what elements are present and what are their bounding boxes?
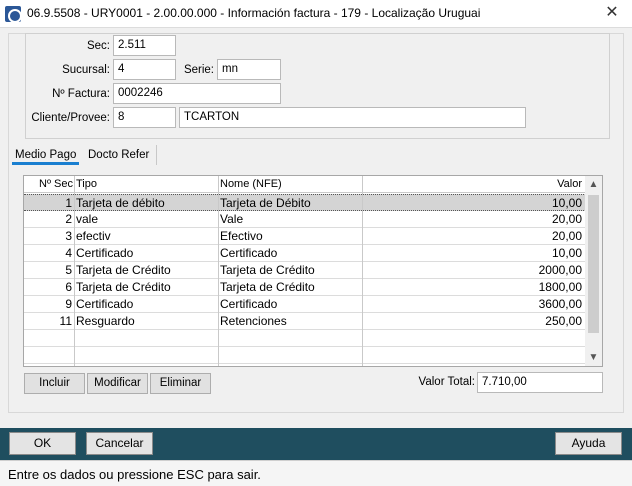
column-header-tipo[interactable]: Tipo xyxy=(76,178,97,190)
cell-sec: 6 xyxy=(65,280,72,294)
incluir-button[interactable]: Incluir xyxy=(24,373,85,394)
cell-nome: Tarjeta de Crédito xyxy=(220,263,315,277)
cliente-name-field[interactable]: TCARTON xyxy=(179,107,526,128)
column-header-valor[interactable]: Valor xyxy=(557,178,582,190)
cell-tipo: efectiv xyxy=(76,229,111,243)
column-header-nome[interactable]: Nome (NFE) xyxy=(220,178,282,190)
cell-sec: 5 xyxy=(65,263,72,277)
table-row-empty[interactable] xyxy=(24,347,586,364)
factura-label: Nº Factura: xyxy=(52,88,110,100)
tab-divider xyxy=(156,145,157,165)
modificar-button[interactable]: Modificar xyxy=(87,373,148,394)
cell-tipo: Tarjeta de Crédito xyxy=(76,280,171,294)
cell-nome: Efectivo xyxy=(220,229,263,243)
cell-tipo: Resguardo xyxy=(76,314,135,328)
cancel-button[interactable]: Cancelar xyxy=(86,432,153,455)
column-divider xyxy=(362,176,363,366)
cell-nome: Retenciones xyxy=(220,314,287,328)
cell-valor: 2000,00 xyxy=(538,263,582,277)
valor-total-label: Valor Total: xyxy=(418,376,475,388)
cell-tipo: vale xyxy=(76,212,99,226)
cell-valor: 20,00 xyxy=(551,229,582,243)
column-header-sec[interactable]: Nº Sec xyxy=(39,178,73,190)
factura-field[interactable]: 0002246 xyxy=(113,83,281,104)
help-button[interactable]: Ayuda xyxy=(555,432,622,455)
table-row[interactable]: 5 Tarjeta de Crédito Tarjeta de Crédito … xyxy=(24,262,586,279)
cell-nome: Vale xyxy=(220,212,244,226)
table-row[interactable]: 3 efectiv Efectivo 20,00 xyxy=(24,228,586,245)
cell-sec: 3 xyxy=(65,229,72,243)
cliente-code-field[interactable]: 8 xyxy=(113,107,176,128)
table-row[interactable]: 6 Tarjeta de Crédito Tarjeta de Crédito … xyxy=(24,279,586,296)
scroll-down-icon[interactable]: ▼ xyxy=(585,349,602,366)
grid-scrollbar[interactable]: ▲ ▼ xyxy=(585,176,602,366)
table-row[interactable]: 1 Tarjeta de débito Tarjeta de Débito 10… xyxy=(24,194,586,211)
grid-header: Nº Sec Tipo Nome (NFE) Valor xyxy=(24,176,586,193)
status-bar: Entre os dados ou pressione ESC para sai… xyxy=(0,460,632,486)
status-text: Entre os dados ou pressione ESC para sai… xyxy=(8,467,261,482)
cell-nome: Certificado xyxy=(220,297,278,311)
cell-tipo: Certificado xyxy=(76,297,134,311)
cell-nome: Tarjeta de Crédito xyxy=(220,280,315,294)
cell-nome: Certificado xyxy=(220,246,278,260)
sec-label: Sec: xyxy=(86,40,110,52)
cell-sec: 4 xyxy=(65,246,72,260)
app-icon xyxy=(5,6,22,23)
serie-field[interactable]: mn xyxy=(217,59,281,80)
column-divider xyxy=(218,176,219,366)
eliminar-button[interactable]: Eliminar xyxy=(150,373,211,394)
footer-bar: OK Cancelar Ayuda xyxy=(0,428,632,460)
tab-medio-pago[interactable]: Medio Pago xyxy=(12,147,80,165)
table-row-empty[interactable] xyxy=(24,330,586,347)
table-row[interactable]: 9 Certificado Certificado 3600,00 xyxy=(24,296,586,313)
cell-nome: Tarjeta de Débito xyxy=(220,196,311,210)
scroll-thumb[interactable] xyxy=(588,195,599,333)
cell-sec: 11 xyxy=(59,314,72,328)
cell-valor: 10,00 xyxy=(551,246,582,260)
cell-valor: 1800,00 xyxy=(538,280,582,294)
sucursal-label: Sucursal: xyxy=(62,64,110,76)
cell-sec: 1 xyxy=(65,196,72,210)
window-title: 06.9.5508 - URY0001 - 2.00.00.000 - Info… xyxy=(27,6,481,20)
cell-tipo: Tarjeta de Crédito xyxy=(76,263,171,277)
tab-docto-refer[interactable]: Docto Refer xyxy=(85,147,152,165)
cell-sec: 2 xyxy=(65,212,72,226)
cell-valor: 250,00 xyxy=(545,314,582,328)
table-row[interactable]: 11 Resguardo Retenciones 250,00 xyxy=(24,313,586,330)
payments-grid[interactable]: Nº Sec Tipo Nome (NFE) Valor 1 Tarjeta d… xyxy=(23,175,603,367)
sucursal-field[interactable]: 4 xyxy=(113,59,176,80)
sec-field[interactable]: 2.511 xyxy=(113,35,176,56)
valor-total-field[interactable]: 7.710,00 xyxy=(477,372,603,393)
cell-valor: 10,00 xyxy=(551,196,582,210)
serie-label: Serie: xyxy=(183,64,214,76)
scroll-up-icon[interactable]: ▲ xyxy=(585,176,602,193)
table-row[interactable]: 2 vale Vale 20,00 xyxy=(24,211,586,228)
cell-tipo: Certificado xyxy=(76,246,134,260)
table-row[interactable]: 4 Certificado Certificado 10,00 xyxy=(24,245,586,262)
cliente-label: Cliente/Provee: xyxy=(31,112,110,124)
ok-button[interactable]: OK xyxy=(9,432,76,455)
title-bar: 06.9.5508 - URY0001 - 2.00.00.000 - Info… xyxy=(0,0,632,28)
cell-valor: 20,00 xyxy=(551,212,582,226)
cell-valor: 3600,00 xyxy=(538,297,582,311)
close-icon[interactable]: ✕ xyxy=(592,0,632,28)
cell-sec: 9 xyxy=(65,297,72,311)
column-divider xyxy=(74,176,75,366)
cell-tipo: Tarjeta de débito xyxy=(76,196,165,210)
